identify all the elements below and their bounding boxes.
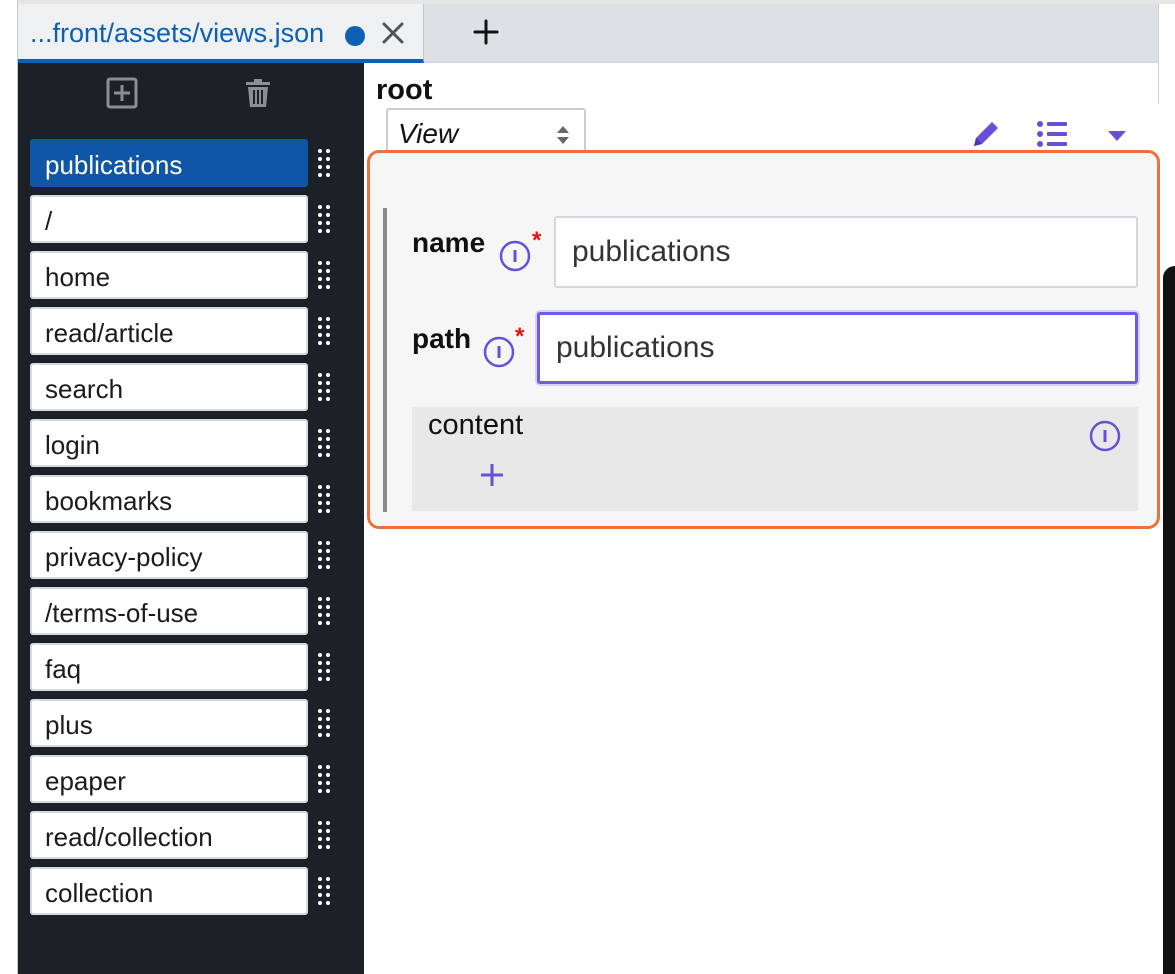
list-item-login[interactable]: login: [30, 419, 308, 467]
name-label: name: [412, 227, 486, 258]
overlapping-window-edge: [1163, 266, 1175, 974]
list-item-plus[interactable]: plus: [30, 699, 308, 747]
add-box-icon[interactable]: [106, 77, 138, 109]
list-item-terms-of-use[interactable]: /terms-of-use: [30, 587, 308, 635]
list-item-collection[interactable]: collection: [30, 867, 308, 915]
tab-views-json[interactable]: ...front/assets/views.json: [18, 4, 424, 63]
trash-icon[interactable]: [242, 77, 274, 109]
required-marker: *: [532, 227, 542, 254]
list-item-root[interactable]: /: [30, 195, 308, 243]
type-select-value: View: [398, 118, 459, 149]
views-sidebar: publications / home read/article search …: [18, 63, 364, 974]
list-item-privacy-policy[interactable]: privacy-policy: [30, 531, 308, 579]
content-section: content: [412, 407, 1138, 511]
info-icon[interactable]: [499, 240, 531, 272]
drag-handle-icon[interactable]: [317, 652, 331, 682]
list-item-bookmarks[interactable]: bookmarks: [30, 475, 308, 523]
unsaved-dot-icon: [345, 26, 365, 46]
root-label: root: [376, 74, 433, 106]
caret-down-icon[interactable]: [1106, 129, 1128, 143]
content-label: content: [428, 409, 524, 441]
list-icon[interactable]: [1037, 120, 1069, 148]
window-left-edge: [0, 0, 18, 974]
list-item-faq[interactable]: faq: [30, 643, 308, 691]
drag-handle-icon[interactable]: [317, 316, 331, 346]
pencil-icon[interactable]: [970, 118, 1002, 150]
object-nesting-line: [383, 208, 387, 512]
select-arrows-icon: [557, 126, 569, 144]
info-icon[interactable]: [483, 336, 515, 368]
list-item-read-collection[interactable]: read/collection: [30, 811, 308, 859]
path-label: path: [412, 323, 472, 354]
list-item-epaper[interactable]: epaper: [30, 755, 308, 803]
drag-handle-icon[interactable]: [317, 484, 331, 514]
list-item-publications[interactable]: publications: [30, 139, 308, 187]
new-tab-plus-icon[interactable]: [472, 18, 500, 46]
window-right-edge: [1158, 4, 1175, 104]
drag-handle-icon[interactable]: [317, 428, 331, 458]
close-icon[interactable]: [380, 20, 406, 46]
drag-handle-icon[interactable]: [317, 764, 331, 794]
drag-handle-icon[interactable]: [317, 596, 331, 626]
name-input[interactable]: [554, 216, 1138, 288]
path-input[interactable]: [537, 312, 1138, 384]
drag-handle-icon[interactable]: [317, 708, 331, 738]
drag-handle-icon[interactable]: [317, 372, 331, 402]
list-item-read-article[interactable]: read/article: [30, 307, 308, 355]
tab-title: ...front/assets/views.json: [30, 18, 325, 48]
required-marker: *: [515, 323, 525, 350]
tab-bar: ...front/assets/views.json: [18, 4, 1158, 63]
list-item-home[interactable]: home: [30, 251, 308, 299]
drag-handle-icon[interactable]: [317, 260, 331, 290]
drag-handle-icon[interactable]: [317, 540, 331, 570]
add-content-plus-icon[interactable]: [479, 462, 505, 488]
drag-handle-icon[interactable]: [317, 148, 331, 178]
info-icon[interactable]: [1089, 420, 1121, 452]
list-item-search[interactable]: search: [30, 363, 308, 411]
drag-handle-icon[interactable]: [317, 876, 331, 906]
drag-handle-icon[interactable]: [317, 204, 331, 234]
drag-handle-icon[interactable]: [317, 820, 331, 850]
